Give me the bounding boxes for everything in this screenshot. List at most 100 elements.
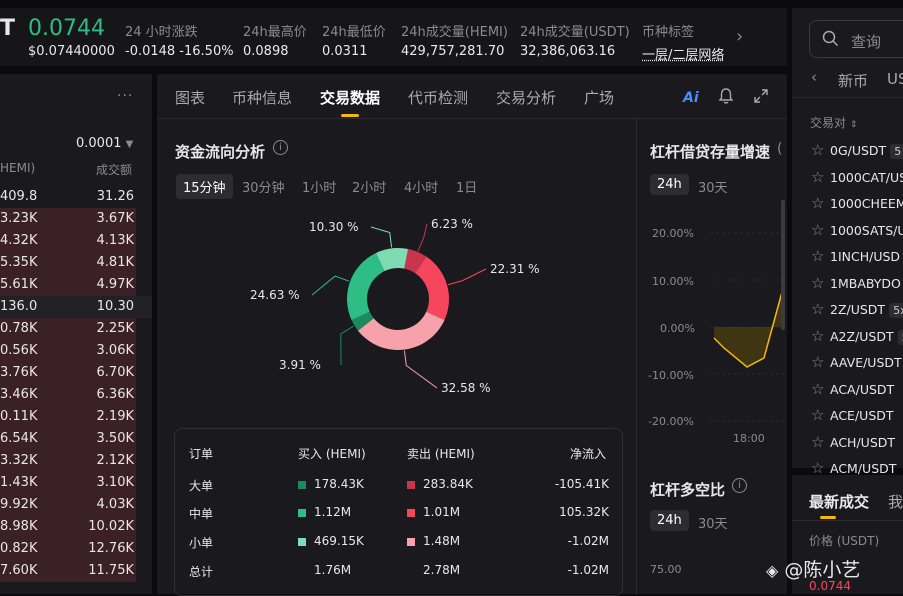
- market-pair-item[interactable]: 0G/USDT 5: [830, 143, 903, 159]
- orderbook-row[interactable]: 0.82K 12.76K: [0, 538, 152, 560]
- leverage-period-24h[interactable]: 24h: [650, 174, 689, 195]
- search-input[interactable]: 查询: [809, 20, 903, 58]
- market-tab-usdt[interactable]: US: [887, 70, 903, 88]
- orderbook-row[interactable]: 3.32K 2.12K: [0, 450, 152, 472]
- sell-value-text: 283.84K: [423, 477, 473, 491]
- scrollbar[interactable]: [781, 200, 785, 330]
- orderbook-total: 2.19K: [96, 409, 134, 424]
- star-icon[interactable]: ☆: [811, 327, 824, 345]
- period-1h[interactable]: 1小时: [302, 177, 336, 196]
- pair-name: 1INCH/USD: [830, 249, 901, 264]
- info-icon[interactable]: i: [732, 478, 747, 493]
- orderbook-row[interactable]: 409.8 31.26: [0, 186, 152, 208]
- orderbook-row[interactable]: 5.35K 4.81K: [0, 252, 152, 274]
- orderbook-row[interactable]: 3.76K 6.70K: [0, 362, 152, 384]
- info-icon[interactable]: i: [273, 140, 288, 155]
- ai-icon[interactable]: Ai: [683, 90, 699, 106]
- net-inflow-value-text: 105.32K: [559, 505, 609, 519]
- orderbook-amount: 3.32K: [0, 453, 38, 468]
- precision-select[interactable]: 0.0001 ▼: [76, 136, 133, 151]
- watermark-logo-icon: ◈: [766, 561, 779, 580]
- market-pair-item[interactable]: ACE/USDT: [830, 408, 894, 423]
- market-pair-item[interactable]: A2Z/USDT5: [830, 329, 903, 345]
- bell-icon[interactable]: [717, 87, 735, 105]
- market-pair-item[interactable]: ACA/USDT: [830, 382, 894, 397]
- chevron-left-icon[interactable]: ‹: [811, 68, 817, 86]
- long-short-period-30d[interactable]: 30天: [698, 513, 728, 532]
- slice-label: 32.58 %: [441, 381, 491, 395]
- market-pair-item[interactable]: 1000SATS/U: [830, 223, 903, 238]
- market-pair-item[interactable]: AAVE/USDT: [830, 355, 902, 370]
- orderbook-row[interactable]: 136.0 10.30: [0, 296, 152, 318]
- pair-name: AAVE/USDT: [830, 355, 902, 370]
- tab-square[interactable]: 广场: [584, 87, 614, 108]
- orderbook-row[interactable]: 7.60K 11.75K: [0, 560, 152, 582]
- trades-col-price: 价格 (USDT): [809, 534, 880, 548]
- market-pair-item[interactable]: 1MBABYDO: [830, 276, 901, 291]
- star-icon[interactable]: ☆: [811, 194, 824, 212]
- trades-tab-latest[interactable]: 最新成交: [809, 491, 869, 512]
- order-type-label-text: 中单: [189, 507, 214, 521]
- trades-tab-indicator: [820, 516, 836, 519]
- fund-flow-donut: 6.23 % 22.31 % 32.58 % 3.91 % 24.63 % 10.30 %: [250, 217, 540, 395]
- orderbook-amount: 6.54K: [0, 431, 38, 446]
- orderbook-row[interactable]: 0.56K 3.06K: [0, 340, 152, 362]
- market-pair-item[interactable]: 1000CHEEM: [830, 196, 903, 211]
- star-icon[interactable]: ☆: [811, 221, 824, 239]
- star-icon[interactable]: ☆: [811, 300, 824, 318]
- market-col-pair[interactable]: 交易对 ⇕: [810, 114, 857, 131]
- market-tab-new[interactable]: 新币: [838, 70, 868, 91]
- period-2h[interactable]: 2小时: [352, 177, 386, 196]
- last-price-usd: $0.07440000: [28, 44, 115, 59]
- period-1d[interactable]: 1日: [456, 177, 477, 196]
- period-15m[interactable]: 15分钟: [176, 174, 233, 199]
- trades-tab-mine[interactable]: 我: [888, 491, 903, 512]
- star-icon[interactable]: ☆: [811, 353, 824, 371]
- market-pair-item[interactable]: ACH/USDT: [830, 435, 895, 450]
- orderbook-amount: 0.82K: [0, 541, 38, 556]
- tab-token-check[interactable]: 代币检测: [408, 87, 468, 108]
- orderbook-total: 3.06K: [96, 343, 134, 358]
- stat-value-tags[interactable]: 一层/二层网络: [642, 44, 724, 63]
- tab-chart[interactable]: 图表: [175, 87, 205, 108]
- sell-value: 1.01M: [407, 505, 460, 519]
- period-4h[interactable]: 4小时: [404, 177, 438, 196]
- tab-trading-data[interactable]: 交易数据: [320, 87, 380, 108]
- orderbook-row[interactable]: 3.46K 6.36K: [0, 384, 152, 406]
- star-icon[interactable]: ☆: [811, 380, 824, 398]
- tab-divider: [157, 118, 787, 119]
- orderbook-row[interactable]: 1.43K 3.10K: [0, 472, 152, 494]
- orderbook-row[interactable]: 4.32K 4.13K: [0, 230, 152, 252]
- orderbook-amount: 0.78K: [0, 321, 38, 336]
- period-30m[interactable]: 30分钟: [242, 177, 285, 196]
- orderbook-row[interactable]: 0.78K 2.25K: [0, 318, 152, 340]
- orderbook-row[interactable]: 0.11K 2.19K: [0, 406, 152, 428]
- market-pair-item[interactable]: 2Z/USDT5x: [830, 302, 903, 318]
- orderbook-row[interactable]: 9.92K 4.03K: [0, 494, 152, 516]
- orderbook-row[interactable]: 6.54K 3.50K: [0, 428, 152, 450]
- star-icon[interactable]: ☆: [811, 406, 824, 424]
- sell-value-text: 1.01M: [423, 505, 461, 519]
- star-icon[interactable]: ☆: [811, 274, 824, 292]
- tab-trade-analysis[interactable]: 交易分析: [496, 87, 556, 108]
- x-tick-1800: 18:00: [733, 432, 765, 445]
- star-icon[interactable]: ☆: [811, 141, 824, 159]
- star-icon[interactable]: ☆: [811, 168, 824, 186]
- orderbook-row[interactable]: 8.98K 10.02K: [0, 516, 152, 538]
- star-icon[interactable]: ☆: [811, 247, 824, 265]
- market-pair-item[interactable]: 1INCH/USD: [830, 249, 900, 264]
- leverage-period-30d[interactable]: 30天: [698, 177, 728, 196]
- long-short-period-24h[interactable]: 24h: [650, 510, 689, 531]
- market-pair-item[interactable]: 1000CAT/US: [830, 170, 903, 185]
- tab-coin-info[interactable]: 币种信息: [232, 87, 292, 108]
- chevron-right-icon[interactable]: ›: [736, 26, 743, 47]
- orderbook-row[interactable]: 3.23K 3.67K: [0, 208, 152, 230]
- market-pair-item[interactable]: ACM/USDT: [830, 461, 896, 476]
- orderbook-more-icon[interactable]: ···: [117, 88, 133, 104]
- expand-icon[interactable]: [752, 87, 770, 105]
- pair-name: 1000CAT/US: [830, 169, 903, 185]
- star-icon[interactable]: ☆: [811, 433, 824, 451]
- info-icon-partial[interactable]: (: [777, 141, 782, 157]
- orderbook-amount: 409.8: [0, 189, 38, 204]
- orderbook-row[interactable]: 5.61K 4.97K: [0, 274, 152, 296]
